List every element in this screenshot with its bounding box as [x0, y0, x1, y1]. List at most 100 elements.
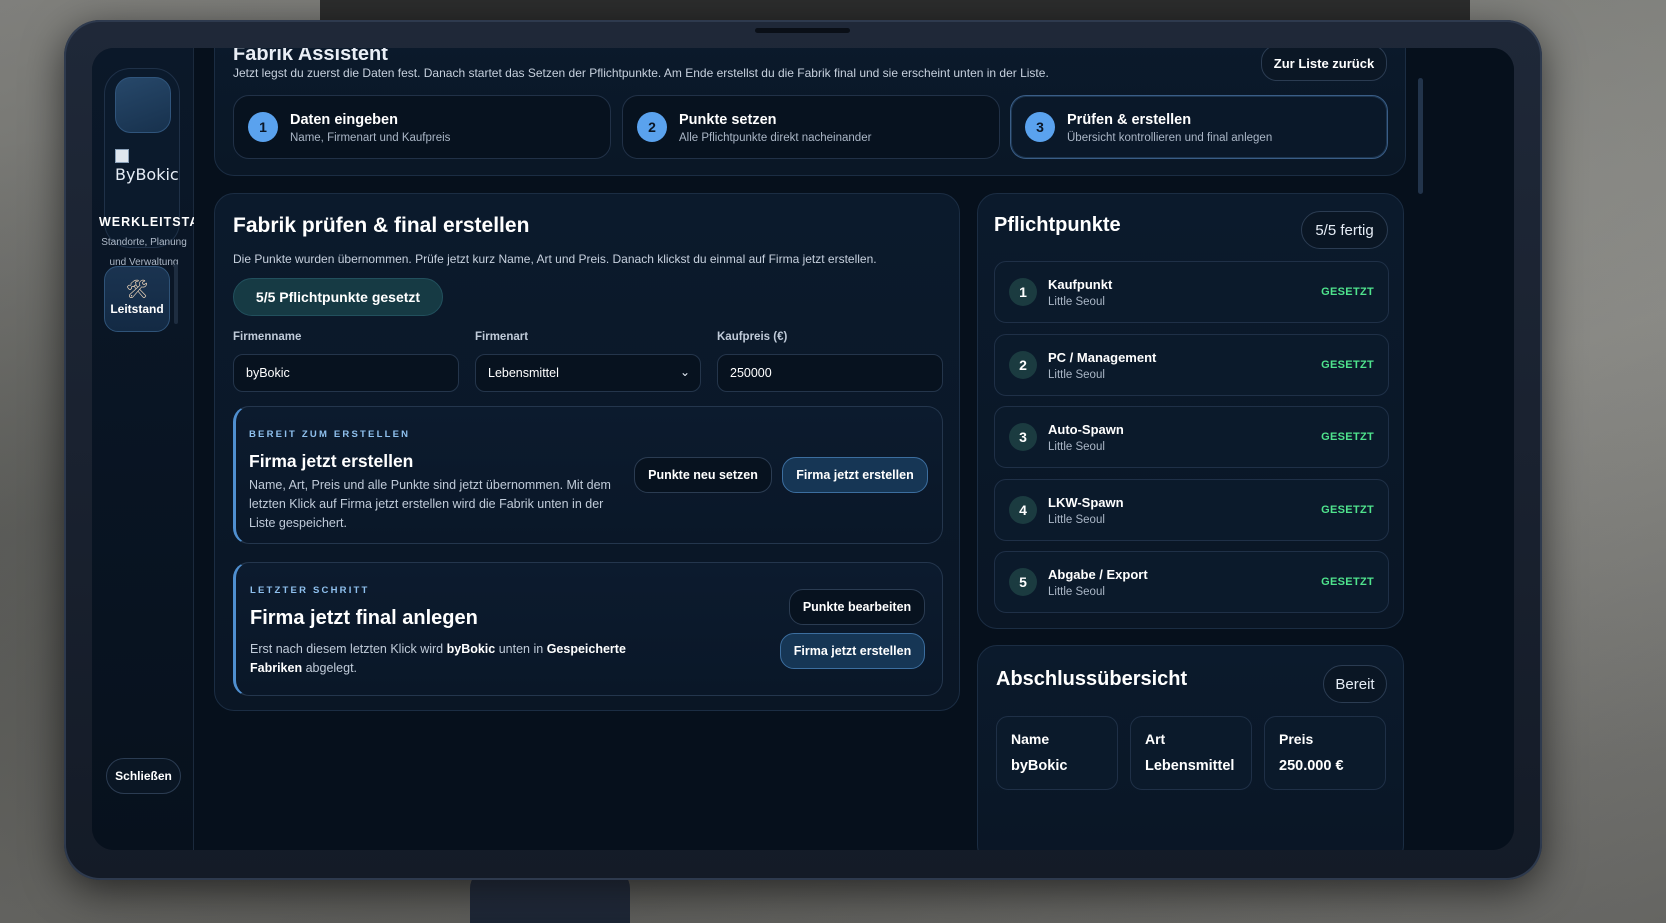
point-number: 4 — [1009, 496, 1037, 524]
required-points-card: Pflichtpunkte 5/5 fertig 1 Kaufpunkt Lit… — [977, 193, 1404, 629]
point-status: GESETZT — [1321, 359, 1374, 371]
company-name-input[interactable]: byBokic — [233, 354, 459, 392]
main-content: Fabrik Assistent Jetzt legst du zuerst d… — [194, 48, 1514, 850]
final-text-company: byBokic — [446, 642, 496, 656]
final-text: Erst nach diesem letzten Klick wird byBo… — [250, 640, 640, 678]
point-status: GESETZT — [1321, 431, 1374, 443]
step-title: Punkte setzen — [679, 112, 777, 128]
step-title: Daten eingeben — [290, 112, 398, 128]
create-box: BEREIT ZUM ERSTELLEN Firma jetzt erstell… — [233, 406, 943, 544]
point-status: GESETZT — [1321, 286, 1374, 298]
point-number: 1 — [1009, 278, 1037, 306]
point-title: Abgabe / Export — [1048, 567, 1148, 582]
summary-title: Abschlussübersicht — [996, 668, 1188, 690]
summary-name-cell: Name byBokic — [996, 716, 1118, 790]
review-intro: Die Punkte wurden übernommen. Prüfe jetz… — [233, 252, 877, 266]
create-title: Firma jetzt erstellen — [249, 451, 414, 471]
points-title: Pflichtpunkte — [994, 214, 1121, 236]
final-create-button[interactable]: Firma jetzt erstellen — [780, 633, 925, 669]
step-review[interactable]: 3 Prüfen & erstellen Übersicht kontrolli… — [1010, 95, 1388, 159]
tools-icon: 🛠 — [125, 279, 149, 300]
point-location: Little Seoul — [1048, 369, 1105, 381]
brand-image-alt: ByBokic — [115, 165, 179, 184]
create-company-button[interactable]: Firma jetzt erstellen — [782, 457, 928, 493]
reset-points-button[interactable]: Punkte neu setzen — [634, 457, 772, 493]
final-text-e: abgelegt. — [302, 661, 358, 675]
final-text-c: unten in — [495, 642, 547, 656]
chevron-down-icon: ⌄ — [679, 365, 690, 379]
step-data[interactable]: 1 Daten eingeben Name, Firmenart und Kau… — [233, 95, 611, 159]
company-name-value: byBokic — [246, 366, 290, 380]
wizard-intro: Jetzt legst du zuerst die Daten fest. Da… — [233, 66, 1049, 80]
review-card: Fabrik prüfen & final erstellen Die Punk… — [214, 193, 960, 711]
back-to-list-button[interactable]: Zur Liste zurück — [1261, 48, 1387, 81]
brand-title: WERKLEITSTAND — [99, 215, 220, 229]
point-row[interactable]: 5 Abgabe / Export Little Seoul GESETZT — [994, 551, 1389, 613]
sidebar: ByBokic WERKLEITSTAND Standorte, Planung… — [92, 48, 218, 850]
sidebar-scrollbar[interactable] — [174, 264, 178, 324]
page-title: Fabrik Assistent — [233, 48, 388, 65]
point-status: GESETZT — [1321, 576, 1374, 588]
company-type-select[interactable]: Lebensmittel ⌄ — [475, 354, 701, 392]
sidebar-item-leitstand[interactable]: 🛠 Leitstand — [104, 266, 170, 332]
summary-key: Art — [1145, 731, 1166, 747]
close-button[interactable]: Schließen — [106, 758, 181, 794]
point-title: Auto-Spawn — [1048, 422, 1124, 437]
summary-value: Lebensmittel — [1145, 758, 1235, 774]
point-location: Little Seoul — [1048, 586, 1105, 598]
final-text-a: Erst nach diesem letzten Klick wird — [250, 642, 447, 656]
point-title: PC / Management — [1048, 350, 1157, 365]
summary-value: byBokic — [1011, 758, 1068, 774]
sidebar-item-label: Leitstand — [110, 302, 164, 316]
company-type-value: Lebensmittel — [488, 366, 559, 380]
summary-type-cell: Art Lebensmittel — [1130, 716, 1252, 790]
brand-image: ByBokic — [115, 149, 179, 184]
point-location: Little Seoul — [1048, 441, 1105, 453]
point-row[interactable]: 4 LKW-Spawn Little Seoul GESETZT — [994, 479, 1389, 541]
tablet-screen: ByBokic WERKLEITSTAND Standorte, Planung… — [92, 48, 1514, 850]
review-title: Fabrik prüfen & final erstellen — [233, 214, 530, 237]
point-row[interactable]: 2 PC / Management Little Seoul GESETZT — [994, 334, 1389, 396]
price-value: 250000 — [730, 366, 772, 380]
point-row[interactable]: 3 Auto-Spawn Little Seoul GESETZT — [994, 406, 1389, 468]
points-count-pill: 5/5 Pflichtpunkte gesetzt — [233, 278, 443, 316]
summary-price-cell: Preis 250.000 € — [1264, 716, 1386, 790]
type-label: Firmenart — [475, 331, 529, 343]
point-number: 3 — [1009, 423, 1037, 451]
final-eyebrow: LETZTER SCHRITT — [250, 585, 370, 596]
step-subtitle: Übersicht kontrollieren und final anlege… — [1067, 132, 1273, 144]
point-title: LKW-Spawn — [1048, 495, 1124, 510]
price-input[interactable]: 250000 — [717, 354, 943, 392]
point-location: Little Seoul — [1048, 296, 1105, 308]
point-status: GESETZT — [1321, 504, 1374, 516]
brand-card: ByBokic WERKLEITSTAND Standorte, Planung… — [99, 68, 218, 268]
step-number: 2 — [637, 112, 667, 142]
tablet-notch — [755, 28, 850, 33]
point-number: 5 — [1009, 568, 1037, 596]
wizard-header-card: Fabrik Assistent Jetzt legst du zuerst d… — [214, 48, 1406, 176]
summary-status-badge: Bereit — [1323, 665, 1387, 703]
price-label: Kaufpreis (€) — [717, 331, 788, 343]
final-box: LETZTER SCHRITT Firma jetzt final anlege… — [233, 562, 943, 696]
summary-key: Name — [1011, 731, 1050, 747]
step-number: 3 — [1025, 112, 1055, 142]
step-subtitle: Alle Pflichtpunkte direkt nacheinander — [679, 132, 872, 144]
point-title: Kaufpunkt — [1048, 277, 1113, 292]
summary-key: Preis — [1279, 731, 1314, 747]
step-title: Prüfen & erstellen — [1067, 112, 1192, 128]
brand-logo — [115, 77, 171, 133]
step-subtitle: Name, Firmenart und Kaufpreis — [290, 132, 451, 144]
points-progress-badge: 5/5 fertig — [1301, 211, 1388, 249]
name-label: Firmenname — [233, 331, 302, 343]
point-row[interactable]: 1 Kaufpunkt Little Seoul GESETZT — [994, 261, 1389, 323]
final-title: Firma jetzt final anlegen — [250, 607, 478, 629]
point-location: Little Seoul — [1048, 514, 1105, 526]
summary-value: 250.000 € — [1279, 758, 1344, 774]
create-text: Name, Art, Preis und alle Punkte sind je… — [249, 478, 611, 530]
main-scrollbar[interactable] — [1418, 78, 1423, 194]
step-points[interactable]: 2 Punkte setzen Alle Pflichtpunkte direk… — [622, 95, 1000, 159]
summary-card: Abschlussübersicht Bereit Name byBokic A… — [977, 645, 1404, 850]
edit-points-button[interactable]: Punkte bearbeiten — [789, 589, 925, 625]
step-number: 1 — [248, 112, 278, 142]
create-eyebrow: BEREIT ZUM ERSTELLEN — [249, 429, 411, 440]
